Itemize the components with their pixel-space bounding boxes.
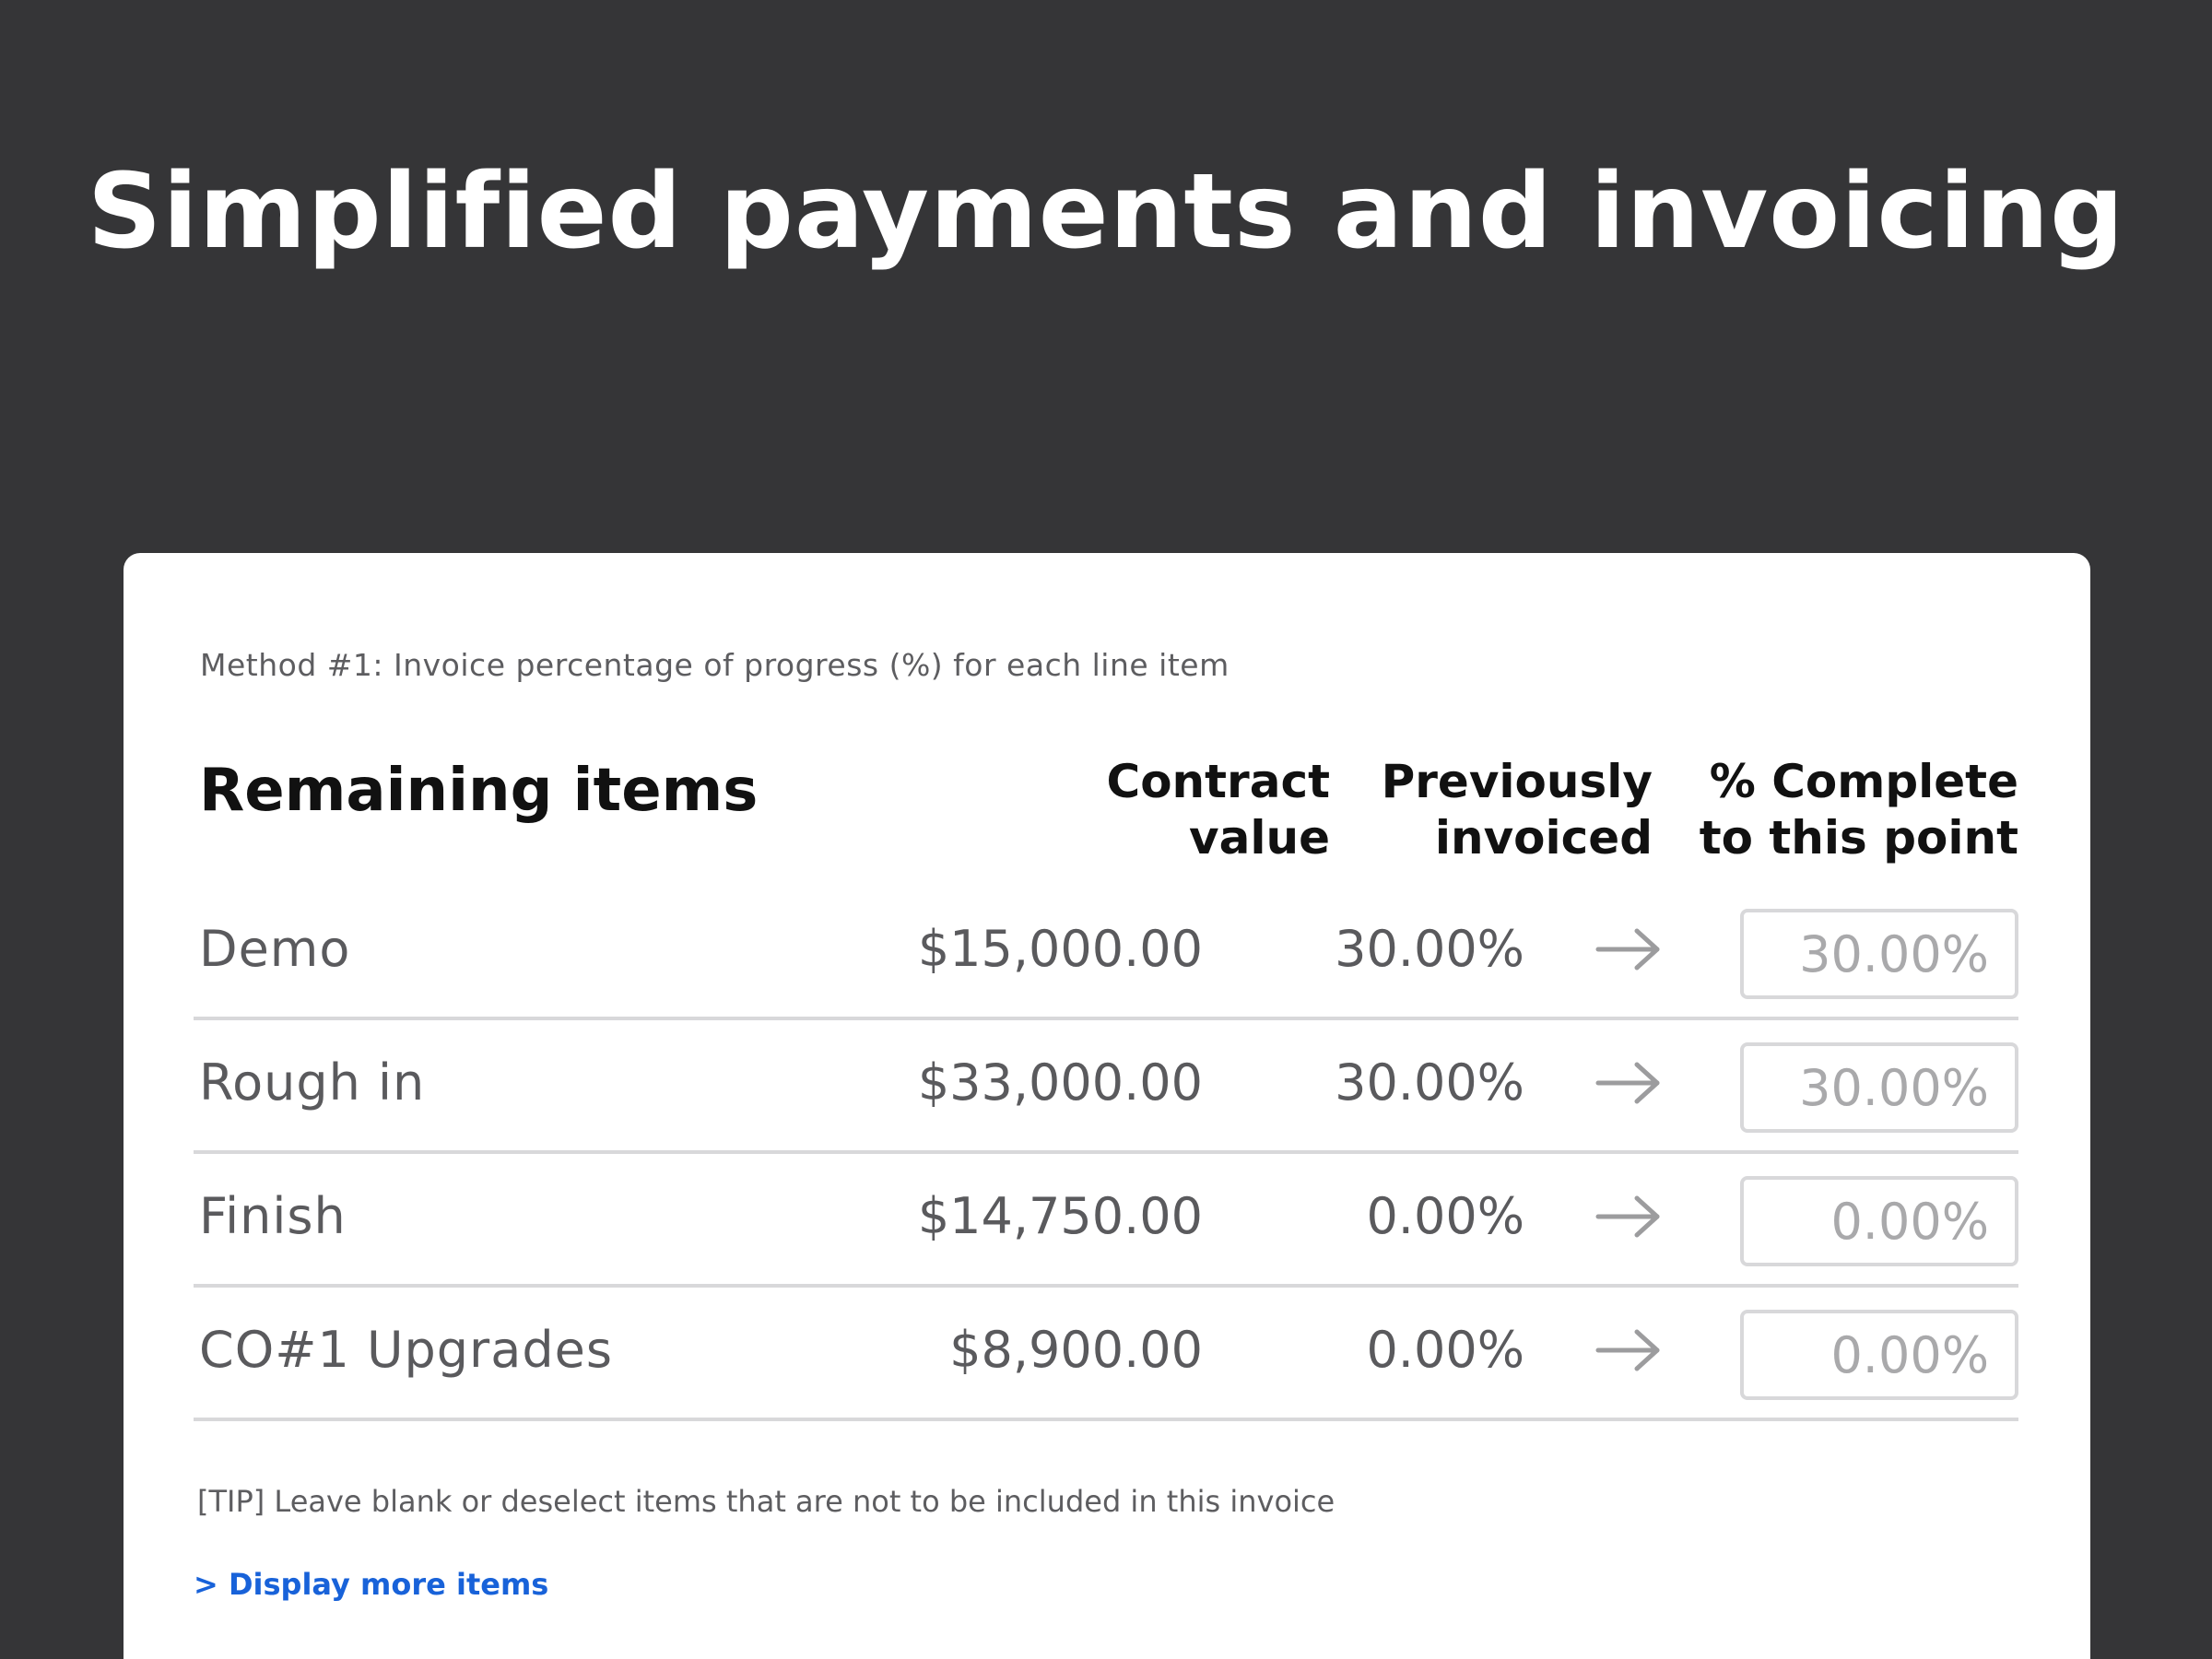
arrow-right-icon bbox=[1595, 928, 1660, 971]
line-item-name: Rough in bbox=[199, 1053, 426, 1112]
page: Simplified payments and invoicing Method… bbox=[0, 0, 2212, 1659]
arrow-right-icon bbox=[1595, 1062, 1660, 1104]
contract-value-header: Contract value bbox=[1072, 754, 1330, 866]
line-item-previously-invoiced: 30.00% bbox=[1335, 920, 1524, 978]
hero-title: Simplified payments and invoicing bbox=[87, 152, 2125, 272]
arrow-right-icon bbox=[1595, 1329, 1660, 1371]
remaining-items-heading: Remaining items bbox=[199, 757, 759, 825]
percent-complete-input[interactable] bbox=[1740, 1042, 2018, 1133]
line-item-previously-invoiced: 0.00% bbox=[1366, 1187, 1524, 1245]
line-item-contract-value: $14,750.00 bbox=[917, 1187, 1203, 1245]
line-item-row-rough-in: Rough in $33,000.00 30.00% bbox=[194, 1020, 2018, 1154]
previously-invoiced-header-line2: invoiced bbox=[1434, 811, 1653, 865]
percent-complete-header-line1: % Complete bbox=[1709, 755, 2018, 808]
contract-value-header-line1: Contract bbox=[1106, 755, 1330, 808]
percent-complete-input[interactable] bbox=[1740, 1310, 2018, 1400]
line-item-row-co1-upgrades: CO#1 Upgrades $8,900.00 0.00% bbox=[194, 1288, 2018, 1421]
previously-invoiced-header-line1: Previously bbox=[1381, 755, 1653, 808]
percent-complete-input[interactable] bbox=[1740, 1176, 2018, 1266]
line-item-row-finish: Finish $14,750.00 0.00% bbox=[194, 1154, 2018, 1288]
line-item-name: CO#1 Upgrades bbox=[199, 1321, 613, 1379]
percent-complete-header-line2: to this point bbox=[1699, 811, 2018, 865]
line-item-name: Finish bbox=[199, 1187, 347, 1245]
line-item-name: Demo bbox=[199, 920, 351, 978]
contract-value-header-line2: value bbox=[1189, 811, 1330, 865]
line-item-row-demo: Demo $15,000.00 30.00% bbox=[194, 887, 2018, 1020]
invoice-card: Method #1: Invoice percentage of progres… bbox=[124, 553, 2090, 1659]
percent-complete-input[interactable] bbox=[1740, 909, 2018, 999]
display-more-items-link[interactable]: > Display more items bbox=[194, 1567, 548, 1602]
line-item-previously-invoiced: 30.00% bbox=[1335, 1053, 1524, 1112]
percent-complete-header: % Complete to this point bbox=[1668, 754, 2018, 866]
tip-text: [TIP] Leave blank or deselect items that… bbox=[197, 1484, 1335, 1519]
line-item-contract-value: $8,900.00 bbox=[949, 1321, 1203, 1379]
line-item-contract-value: $33,000.00 bbox=[917, 1053, 1203, 1112]
method-label: Method #1: Invoice percentage of progres… bbox=[200, 647, 1230, 683]
line-item-previously-invoiced: 0.00% bbox=[1366, 1321, 1524, 1379]
previously-invoiced-header: Previously invoiced bbox=[1339, 754, 1653, 866]
line-item-contract-value: $15,000.00 bbox=[917, 920, 1203, 978]
arrow-right-icon bbox=[1595, 1195, 1660, 1238]
